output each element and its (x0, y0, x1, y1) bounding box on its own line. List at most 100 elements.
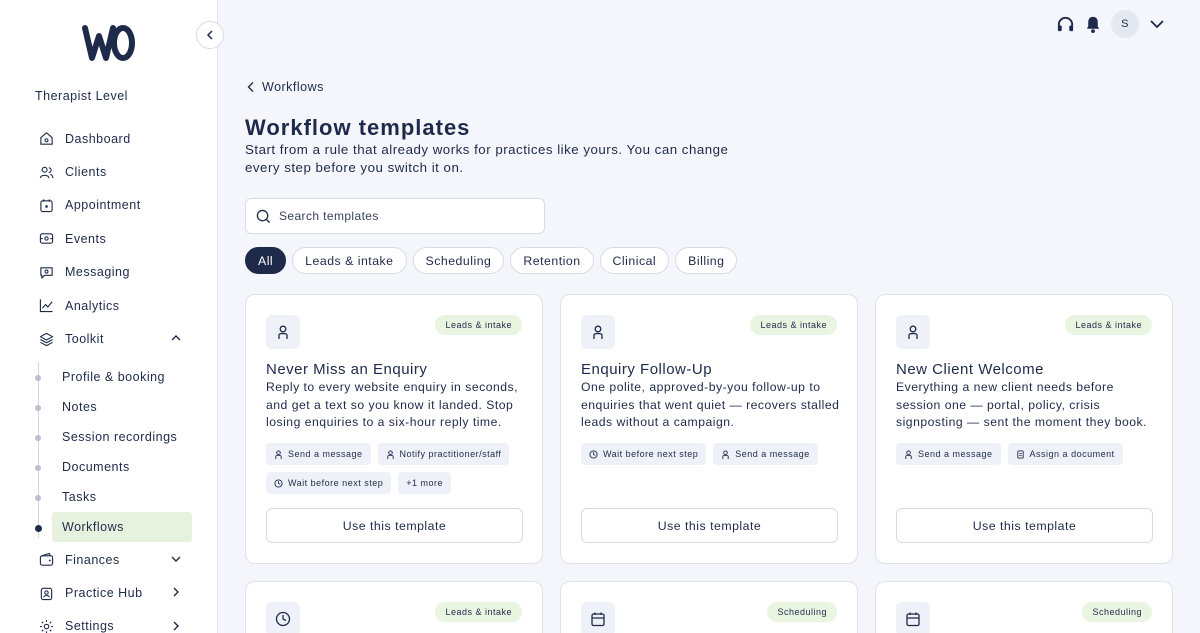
bell-icon[interactable] (1084, 15, 1102, 34)
use-template-button[interactable]: Use this template (581, 508, 838, 543)
sidebar-item-label: Dashboard (65, 131, 131, 146)
template-description: One polite, approved-by-you follow-up to… (581, 380, 840, 429)
breadcrumb-label: Workflows (262, 80, 324, 94)
sidebar-item-practice-hub[interactable]: Practice Hub (0, 576, 218, 609)
sidebar-subitem-notes[interactable]: Notes (0, 392, 218, 422)
breadcrumb[interactable]: Workflows (246, 80, 324, 94)
person-icon (275, 449, 282, 459)
page-title: Workflow templates (245, 115, 471, 140)
person-icon (581, 315, 615, 349)
chevron-up-icon[interactable] (170, 332, 182, 344)
sidebar-item-appointment[interactable]: Appointment (0, 189, 218, 222)
toolkit-subnav: Profile & booking Notes Session recordin… (0, 362, 218, 542)
use-template-button[interactable]: Use this template (896, 508, 1153, 543)
sidebar-item-settings[interactable]: Settings (0, 610, 218, 633)
category-tag: Leads & intake (1065, 315, 1152, 335)
users-icon (39, 165, 54, 180)
sidebar-item-label: Practice Hub (65, 586, 143, 601)
bottom-nav: Finances Practice Hub Settings (0, 543, 218, 633)
template-steps: Send a message Assign a document (896, 443, 1158, 465)
subnav-dot (35, 495, 41, 501)
template-description: Reply to every website enquiry in second… (266, 380, 519, 429)
chevron-down-icon[interactable] (1148, 15, 1166, 33)
person-icon (386, 449, 394, 459)
step-label: +1 more (406, 478, 443, 488)
filter-chips: All Leads & intake Scheduling Retention … (245, 247, 738, 274)
sidebar-subitem-label: Documents (62, 460, 130, 474)
calendar-icon (39, 198, 54, 213)
chevron-right-icon[interactable] (170, 620, 182, 632)
category-tag: Leads & intake (750, 315, 837, 335)
chevron-down-icon[interactable] (170, 553, 182, 565)
sidebar-item-clients[interactable]: Clients (0, 155, 218, 188)
person-icon (896, 315, 930, 349)
step-chip: Send a message (896, 443, 1001, 465)
sidebar-item-events[interactable]: Events (0, 222, 218, 255)
template-card: Scheduling (875, 581, 1173, 633)
step-label: Assign a document (1029, 449, 1115, 459)
chevron-right-icon[interactable] (170, 586, 182, 598)
collapse-sidebar-button[interactable] (196, 21, 224, 49)
filter-clinical[interactable]: Clinical (599, 247, 670, 274)
gear-icon (39, 619, 54, 633)
sidebar-item-messaging[interactable]: Messaging (0, 256, 218, 289)
logo[interactable] (82, 24, 136, 62)
sidebar-subitem-documents[interactable]: Documents (0, 452, 218, 482)
person-icon (905, 449, 912, 459)
template-title: New Client Welcome (896, 361, 1044, 378)
sidebar-subitem-workflows[interactable]: Workflows (35, 512, 192, 542)
sidebar-item-analytics[interactable]: Analytics (0, 289, 218, 322)
sidebar-subitem-session-recordings[interactable]: Session recordings (0, 422, 218, 452)
template-card: Leads & intake New Client Welcome Everyt… (875, 294, 1173, 564)
therapist-level: Therapist Level (35, 89, 128, 103)
step-chip: Assign a document (1007, 443, 1123, 465)
sidebar-item-finances[interactable]: Finances (0, 543, 218, 576)
step-chip: Notify practitioner/staff (377, 443, 510, 465)
sidebar-item-toolkit[interactable]: Toolkit (0, 322, 218, 355)
filter-retention[interactable]: Retention (510, 247, 594, 274)
step-chip: Wait before next step (581, 443, 707, 465)
filter-leads-intake[interactable]: Leads & intake (292, 247, 407, 274)
filter-all[interactable]: All (245, 247, 287, 274)
top-bar: S (1056, 10, 1166, 38)
avatar[interactable]: S (1111, 10, 1139, 38)
category-tag: Scheduling (1082, 602, 1152, 622)
template-card: Leads & intake Enquiry Follow-Up One pol… (560, 294, 858, 564)
calendar-icon (581, 602, 615, 633)
person-icon (266, 315, 300, 349)
filter-billing[interactable]: Billing (675, 247, 738, 274)
chevron-left-icon (206, 30, 213, 40)
headset-icon[interactable] (1056, 15, 1075, 34)
sidebar-item-dashboard[interactable]: Dashboard (0, 122, 218, 155)
chevron-left-icon (247, 82, 254, 92)
sidebar-subitem-tasks[interactable]: Tasks (0, 482, 218, 512)
sidebar-subitem-profile-booking[interactable]: Profile & booking (0, 362, 218, 392)
sidebar-subitem-label: Workflows (62, 520, 124, 534)
chat-icon (39, 265, 54, 280)
filter-scheduling[interactable]: Scheduling (412, 247, 505, 274)
person-icon (722, 449, 729, 459)
sidebar-item-label: Messaging (65, 265, 130, 280)
main-nav: Dashboard Clients Appointment Events Mes… (0, 122, 218, 356)
calendar-icon (896, 602, 930, 633)
sidebar-item-label: Finances (65, 552, 120, 567)
search-input[interactable] (279, 209, 519, 223)
home-icon (39, 131, 54, 146)
chart-icon (39, 298, 54, 313)
sidebar-item-label: Clients (65, 165, 107, 180)
template-steps: Wait before next step Send a message (581, 443, 843, 465)
category-tag: Scheduling (767, 602, 837, 622)
active-dot (35, 525, 42, 532)
sidebar-item-label: Toolkit (65, 332, 104, 347)
sidebar-subitem-label: Profile & booking (62, 370, 166, 384)
step-label: Notify practitioner/staff (399, 449, 502, 459)
document-icon (1016, 449, 1024, 459)
search-icon (256, 209, 271, 223)
clock-icon (589, 449, 598, 459)
step-chip: Wait before next step (266, 472, 392, 494)
step-label: Wait before next step (603, 449, 699, 459)
clock-icon (274, 478, 283, 488)
wallet-icon (39, 552, 54, 567)
use-template-button[interactable]: Use this template (266, 508, 523, 543)
clock-icon (266, 602, 300, 633)
